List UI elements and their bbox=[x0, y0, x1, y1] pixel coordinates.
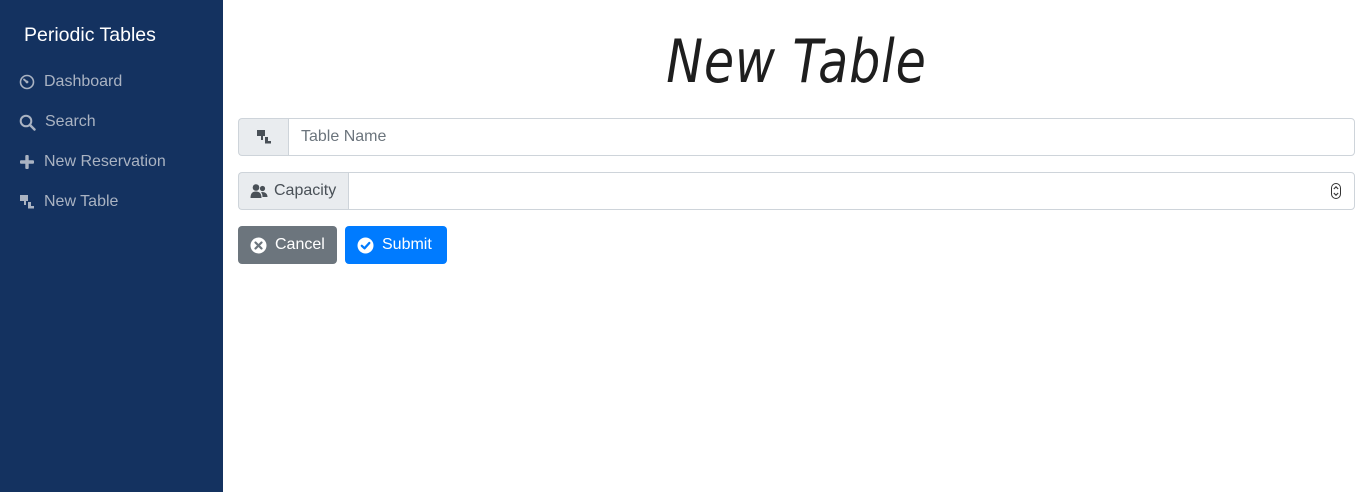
sidebar-item-label: Search bbox=[45, 113, 96, 130]
number-spinner-icon[interactable] bbox=[1331, 183, 1341, 199]
sidebar-item-label: New Table bbox=[44, 193, 119, 210]
cancel-button[interactable]: Cancel bbox=[238, 226, 337, 264]
page-title: New Table bbox=[666, 27, 927, 97]
dashboard-icon bbox=[18, 73, 36, 91]
sidebar-item-dashboard[interactable]: Dashboard bbox=[0, 62, 223, 102]
capacity-input[interactable] bbox=[348, 172, 1355, 210]
sidebar-item-label: Dashboard bbox=[44, 73, 123, 90]
app-root: Periodic Tables Dashboard Search New Res… bbox=[0, 0, 1363, 492]
search-icon bbox=[18, 113, 36, 131]
table-icon bbox=[256, 129, 272, 145]
table-name-input[interactable] bbox=[288, 118, 1355, 156]
table-icon bbox=[18, 193, 36, 211]
capacity-field-wrap bbox=[348, 172, 1355, 210]
sidebar-item-search[interactable]: Search bbox=[0, 102, 223, 142]
submit-label: Submit bbox=[382, 236, 432, 253]
form-actions: Cancel Submit bbox=[238, 226, 1355, 264]
capacity-group: Capacity bbox=[238, 172, 1355, 210]
sidebar: Periodic Tables Dashboard Search New Res… bbox=[0, 0, 223, 492]
close-circle-icon bbox=[250, 237, 267, 254]
sidebar-item-new-table[interactable]: New Table bbox=[0, 182, 223, 222]
cancel-label: Cancel bbox=[275, 236, 325, 253]
submit-button[interactable]: Submit bbox=[345, 226, 447, 264]
users-icon bbox=[250, 183, 268, 199]
table-name-addon bbox=[238, 118, 288, 156]
capacity-label: Capacity bbox=[274, 182, 337, 199]
plus-icon bbox=[18, 153, 36, 171]
check-circle-icon bbox=[357, 237, 374, 254]
brand-title[interactable]: Periodic Tables bbox=[0, 22, 223, 48]
sidebar-item-new-reservation[interactable]: New Reservation bbox=[0, 142, 223, 182]
capacity-addon: Capacity bbox=[238, 172, 349, 210]
sidebar-item-label: New Reservation bbox=[44, 153, 166, 170]
table-name-group bbox=[238, 118, 1355, 156]
main-content: New Table Table Name Capacity Cancel Sub… bbox=[223, 0, 1363, 492]
